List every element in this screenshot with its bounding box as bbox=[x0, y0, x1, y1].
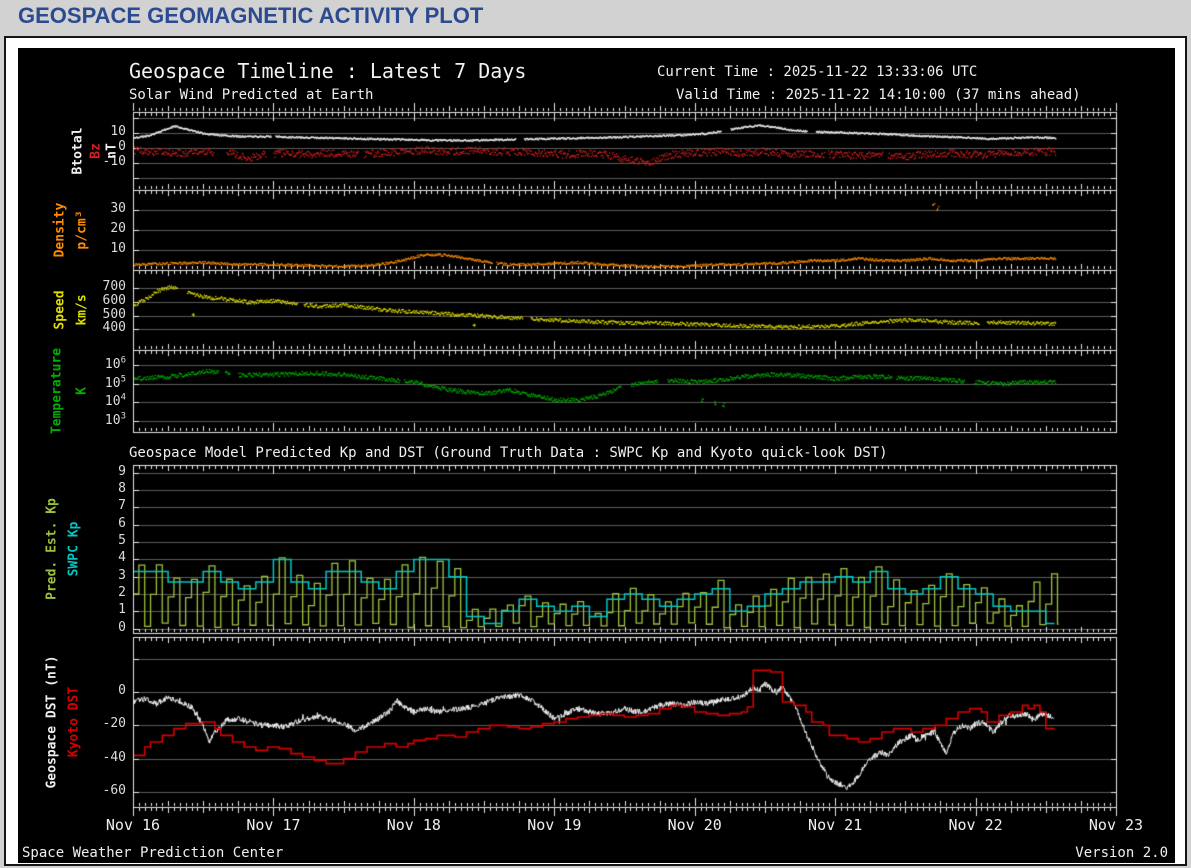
y-tick-label: -20 bbox=[102, 716, 126, 731]
x-tick-label: Nov 18 bbox=[386, 816, 441, 834]
x-tick-label: Nov 20 bbox=[667, 816, 722, 834]
current-time-label: Current Time : 2025-11-22 13:33:06 UTC bbox=[657, 64, 978, 80]
page-title: GEOSPACE GEOMAGNETIC ACTIVITY PLOT bbox=[18, 3, 484, 28]
y-tick-label: 700 bbox=[102, 279, 126, 294]
axis-label-imf-0: Btotal bbox=[70, 127, 86, 175]
y-tick-label: 106 bbox=[104, 356, 126, 373]
x-tick-label: Nov 22 bbox=[948, 816, 1003, 834]
y-tick-label: 10 bbox=[110, 241, 126, 256]
y-tick-label: 400 bbox=[102, 320, 126, 335]
axis-label-dst-0: Geospace DST (nT) bbox=[44, 655, 60, 789]
x-tick-label: Nov 16 bbox=[105, 816, 161, 834]
x-tick-label: Nov 21 bbox=[808, 816, 863, 834]
y-tick-label: 0 bbox=[118, 683, 126, 698]
valid-time-label: Valid Time : 2025-11-22 14:10:00 (37 min… bbox=[676, 87, 1081, 103]
axis-label-imf-1: Bz bbox=[88, 143, 104, 159]
y-tick-label: 1 bbox=[118, 602, 126, 617]
y-tick-label: 105 bbox=[104, 375, 126, 392]
y-tick-label: -40 bbox=[102, 750, 126, 765]
y-tick-label: 7 bbox=[118, 498, 126, 513]
y-tick-label: 4 bbox=[118, 550, 126, 565]
axis-label-kp-0: Pred. Est. Kp bbox=[44, 498, 60, 600]
x-tick-label: Nov 23 bbox=[1088, 816, 1144, 834]
x-tick-label: Nov 17 bbox=[246, 816, 301, 834]
y-tick-label: 9 bbox=[118, 464, 126, 479]
axis-label-density-1: p/cm³ bbox=[74, 210, 90, 250]
footer-org-label: Space Weather Prediction Center bbox=[22, 845, 284, 861]
y-tick-label: 2 bbox=[118, 585, 126, 600]
x-tick-label: Nov 19 bbox=[527, 816, 582, 834]
y-tick-label: -60 bbox=[102, 783, 126, 798]
plot-title: Geospace Timeline : Latest 7 Days bbox=[129, 59, 527, 83]
header-bar: GEOSPACE GEOMAGNETIC ACTIVITY PLOT bbox=[0, 0, 1191, 33]
axis-label-kp-1: SWPC Kp bbox=[66, 521, 82, 577]
y-tick-label: 6 bbox=[118, 516, 126, 531]
axis-label-temp-1: K bbox=[74, 387, 90, 395]
y-tick-label: 600 bbox=[102, 293, 126, 308]
y-tick-label: 30 bbox=[110, 201, 126, 216]
kp-dst-section-title: Geospace Model Predicted Kp and DST (Gro… bbox=[129, 445, 888, 461]
axis-label-dst-1: Kyoto DST bbox=[66, 686, 82, 758]
y-tick-label: 5 bbox=[118, 533, 126, 548]
solar-wind-subtitle: Solar Wind Predicted at Earth bbox=[129, 87, 374, 103]
y-tick-label: 3 bbox=[118, 568, 126, 583]
y-tick-label: 0 bbox=[118, 620, 126, 635]
axis-label-density-0: Density bbox=[52, 202, 68, 258]
footer-version-label: Version 2.0 bbox=[1075, 845, 1168, 861]
axis-label-speed-0: Speed bbox=[52, 290, 68, 330]
y-tick-label: 10 bbox=[110, 124, 126, 139]
y-tick-label: 103 bbox=[104, 412, 126, 429]
axis-label-imf-2: nT bbox=[104, 143, 120, 159]
y-tick-label: 20 bbox=[110, 221, 126, 236]
axis-label-temp-0: Temperature bbox=[49, 347, 65, 435]
page: GEOSPACE GEOMAGNETIC ACTIVITY PLOT Geosp… bbox=[0, 0, 1191, 868]
y-tick-label: 104 bbox=[104, 393, 126, 410]
y-tick-label: 8 bbox=[118, 481, 126, 496]
axis-label-speed-1: km/s bbox=[74, 294, 90, 326]
